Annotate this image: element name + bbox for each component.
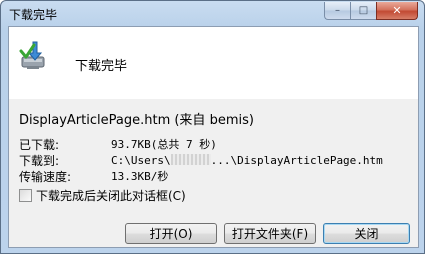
close-window-button[interactable]: ✕ <box>376 2 418 20</box>
speed-label: 传输速度: <box>19 170 72 184</box>
downloaded-value: 93.7KB(总共 7 秒) <box>111 138 217 151</box>
close-button[interactable]: 关闭 <box>323 223 410 244</box>
download-complete-icon <box>19 41 45 69</box>
header-band: 下载完毕 <box>9 27 418 99</box>
speed-row: 传输速度: 13.3KB/秒 <box>19 169 383 185</box>
downloaded-label: 已下载: <box>19 138 60 152</box>
saved-to-suffix: ...\DisplayArticlePage.htm <box>210 154 383 167</box>
download-complete-dialog: 下载完毕 – □ ✕ 下载完毕 DisplayArticlePage.htm (… <box>0 0 425 254</box>
open-folder-button[interactable]: 打开文件夹(F) <box>224 223 316 244</box>
redacted-username <box>170 154 211 165</box>
file-name: DisplayArticlePage.htm (来自 bemis) <box>19 113 254 128</box>
close-on-complete-option[interactable]: 下载完成后关闭此对话框(C) <box>19 187 186 204</box>
dialog-body: 下载完毕 DisplayArticlePage.htm (来自 bemis) 已… <box>8 26 419 248</box>
heading-text: 下载完毕 <box>75 59 128 74</box>
minimize-button[interactable]: – <box>324 2 350 20</box>
close-on-complete-checkbox[interactable] <box>19 189 32 202</box>
speed-value: 13.3KB/秒 <box>111 170 169 183</box>
downloaded-row: 已下载: 93.7KB(总共 7 秒) <box>19 137 383 153</box>
saved-to-row: 下载到: C:\Users\ ...\DisplayArticlePage.htm <box>19 153 383 169</box>
open-button[interactable]: 打开(O) <box>125 223 217 244</box>
saved-to-prefix: C:\Users\ <box>111 154 171 167</box>
download-details: 已下载: 93.7KB(总共 7 秒) 下载到: C:\Users\ ...\Di… <box>19 137 383 185</box>
maximize-button[interactable]: □ <box>350 2 376 20</box>
saved-to-path[interactable]: C:\Users\ ...\DisplayArticlePage.htm <box>111 153 383 169</box>
title-bar[interactable]: 下载完毕 – □ ✕ <box>1 1 424 25</box>
caption-buttons: – □ ✕ <box>324 2 418 20</box>
window-title: 下载完毕 <box>9 8 58 22</box>
close-on-complete-label[interactable]: 下载完成后关闭此对话框(C) <box>36 187 186 204</box>
saved-to-label: 下载到: <box>19 154 60 168</box>
